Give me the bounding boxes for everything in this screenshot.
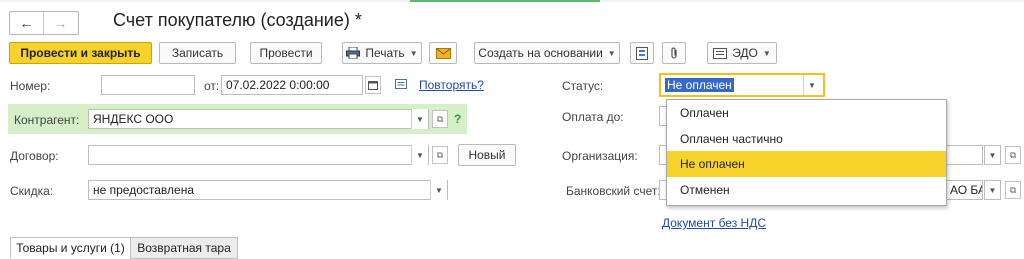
tab-label: Возвратная тара [137,241,231,255]
paperclip-icon [671,47,677,59]
arrow-left-icon: ← [19,15,34,31]
chevron-down-icon: ▼ [435,185,443,195]
chevron-down-icon: ▼ [409,48,418,58]
post-and-close-label: Провести и закрыть [20,46,141,60]
arrow-right-icon: → [53,15,68,31]
chevron-down-icon: ▼ [988,185,997,195]
edo-button[interactable]: ЭДО ▼ [707,42,777,64]
tab-label: Товары и услуги (1) [16,241,125,255]
counterparty-dropdown-button[interactable]: ▼ [411,109,428,129]
open-window-icon: ⧉ [436,113,444,124]
envelope-icon [435,47,451,59]
forward-button[interactable]: → [44,12,77,34]
post-button[interactable]: Провести [250,42,322,64]
status-option-label: Оплачен частично [680,132,783,146]
chevron-down-icon: ▼ [416,114,424,124]
post-and-close-button[interactable]: Провести и закрыть [9,42,152,64]
organization-input-right[interactable] [945,145,983,165]
number-input[interactable] [101,75,195,95]
status-option-label: Отменен [680,183,730,197]
page-title: Счет покупателю (создание) * [113,10,362,30]
counterparty-label: Контрагент: [14,113,80,127]
active-window-indicator [410,0,600,2]
help-icon[interactable]: ? [454,112,461,126]
chevron-down-icon: ▼ [762,48,771,58]
status-option-label: Не оплачен [680,157,745,171]
create-based-label: Создать на основании [478,46,603,60]
discount-label: Скидка: [10,184,54,198]
counterparty-input[interactable]: ЯНДЕКС ООО [88,109,429,129]
document-structure-icon [636,46,648,60]
comment-icon[interactable] [395,79,407,89]
chevron-down-icon: ▼ [988,150,997,160]
status-label: Статус: [562,79,604,93]
date-from-label: от: [204,79,220,93]
contract-dropdown-button[interactable]: ▼ [411,145,428,165]
vat-document-link[interactable]: Документ без НДС [662,216,766,230]
new-contract-label: Новый [468,148,506,162]
printer-icon [346,47,361,59]
date-input[interactable]: 07.02.2022 0:00:00 [221,75,363,95]
edo-label: ЭДО [732,46,758,60]
email-button[interactable] [429,42,457,64]
top-tab-strip [0,0,1024,2]
nav-button-group: ← → [9,11,79,35]
chevron-down-icon: ▼ [808,80,816,90]
open-window-icon: ⧉ [436,149,444,160]
status-option-label: Оплачен [680,106,729,120]
bank-account-open-button[interactable]: ⧉ [1005,181,1021,199]
new-contract-button[interactable]: Новый [458,144,516,166]
pay-until-label: Оплата до: [562,110,624,124]
bank-account-input-right[interactable]: АО БА [945,180,983,200]
save-button[interactable]: Записать [159,42,236,64]
print-label: Печать [365,46,405,60]
post-label: Провести [259,46,313,60]
contract-label: Договор: [10,149,59,163]
contract-input[interactable] [88,145,429,165]
status-option-partially-paid[interactable]: Оплачен частично [667,126,946,152]
status-option-cancelled[interactable]: Отменен [667,177,946,203]
attach-button[interactable] [662,42,686,64]
back-button[interactable]: ← [10,12,44,34]
status-option-paid[interactable]: Оплачен [667,100,946,126]
chevron-down-icon: ▼ [607,48,616,58]
organization-dropdown-button[interactable]: ▼ [984,145,1001,165]
chevron-down-icon: ▼ [416,150,424,160]
tab-goods-services[interactable]: Товары и услуги (1) [10,237,131,259]
organization-label: Организация: [562,149,638,163]
organization-open-button[interactable]: ⧉ [1005,146,1021,164]
open-window-icon: ⧉ [1009,149,1017,160]
save-label: Записать [171,46,224,60]
number-label: Номер: [10,79,51,93]
counterparty-open-button[interactable]: ⧉ [432,110,448,128]
calendar-icon [368,81,378,90]
status-option-not-paid[interactable]: Не оплачен [667,151,946,177]
bank-account-dropdown-button[interactable]: ▼ [984,180,1001,200]
print-button[interactable]: Печать ▼ [342,42,422,64]
structure-button[interactable] [630,42,654,64]
bank-account-label: Банковский счет: [566,184,661,198]
edo-icon [713,47,728,59]
contract-open-button[interactable]: ⧉ [432,146,448,164]
calendar-button[interactable] [365,76,381,94]
tab-returnable-packaging[interactable]: Возвратная тара [130,237,238,259]
status-dropdown-button[interactable]: ▼ [803,75,820,95]
status-value: Не оплачен [665,78,734,92]
create-based-on-button[interactable]: Создать на основании ▼ [474,42,620,64]
discount-select[interactable]: не предоставлена [88,180,448,200]
discount-dropdown-button[interactable]: ▼ [430,180,447,200]
status-dropdown-menu: Оплачен Оплачен частично Не оплачен Отме… [666,99,947,206]
repeat-link[interactable]: Повторять? [419,78,484,92]
status-select[interactable]: Не оплачен [659,73,825,97]
open-window-icon: ⧉ [1009,184,1017,195]
